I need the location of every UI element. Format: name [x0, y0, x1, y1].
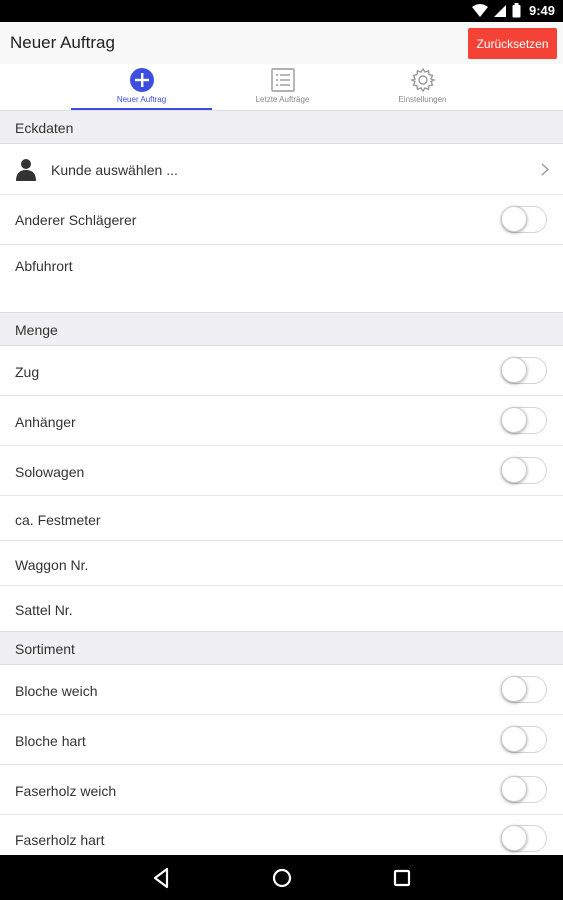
solo-wagon-row: Solowagen — [0, 446, 563, 496]
logs-soft-row: Bloche weich — [0, 665, 563, 715]
wagon-number-label: Waggon Nr. — [15, 557, 89, 573]
train-row: Zug — [0, 346, 563, 396]
list-icon — [271, 68, 295, 92]
status-bar: 9:49 — [0, 0, 563, 22]
wagon-number-row[interactable]: Waggon Nr. — [0, 541, 563, 586]
chevron-right-icon — [541, 163, 549, 176]
toggle-knob — [501, 825, 527, 851]
battery-icon — [512, 3, 521, 18]
section-title: Menge — [15, 322, 58, 338]
fiber-soft-toggle[interactable] — [501, 776, 547, 803]
logs-hard-toggle[interactable] — [501, 726, 547, 753]
trailer-row: Anhänger — [0, 396, 563, 446]
logs-soft-label: Bloche weich — [15, 683, 98, 699]
toggle-knob — [501, 206, 527, 232]
other-striker-toggle[interactable] — [501, 206, 547, 233]
home-icon[interactable] — [269, 865, 295, 891]
tab-label: Letzte Aufträge — [255, 95, 310, 104]
tab-label: Einstellungen — [398, 95, 447, 104]
add-circle-icon — [130, 68, 154, 92]
customer-select-row[interactable]: Kunde auswählen ... — [0, 144, 563, 195]
fiber-soft-label: Faserholz weich — [15, 783, 117, 799]
toggle-knob — [501, 457, 527, 483]
signal-icon — [493, 4, 506, 17]
toggle-knob — [501, 357, 527, 383]
trailer-label: Anhänger — [15, 414, 76, 430]
logs-hard-row: Bloche hart — [0, 715, 563, 765]
fiber-hard-row: Faserholz hart — [0, 815, 563, 855]
toggle-knob — [501, 676, 527, 702]
solo-wagon-label: Solowagen — [15, 464, 85, 480]
section-header-sortiment: Sortiment — [0, 631, 563, 665]
other-striker-label: Anderer Schlägerer — [15, 212, 137, 228]
section-title: Sortiment — [15, 641, 75, 657]
recents-icon[interactable] — [389, 865, 415, 891]
customer-select-label: Kunde auswählen ... — [51, 162, 178, 178]
solo-wagon-toggle[interactable] — [501, 457, 547, 484]
wifi-icon — [471, 3, 488, 17]
toggle-knob — [501, 407, 527, 433]
tab-new-order[interactable]: Neuer Auftrag — [71, 64, 212, 110]
section-header-eckdaten: Eckdaten — [0, 110, 563, 144]
saddle-number-label: Sattel Nr. — [15, 602, 73, 618]
section-title: Eckdaten — [15, 120, 74, 136]
tab-recent-orders[interactable]: Letzte Aufträge — [212, 64, 353, 110]
cubic-meters-row[interactable]: ca. Festmeter — [0, 496, 563, 541]
pickup-location-row[interactable]: Abfuhrort — [0, 245, 563, 312]
back-icon[interactable] — [149, 865, 175, 891]
system-nav-bar — [0, 855, 563, 900]
gear-icon — [410, 67, 436, 93]
other-striker-row: Anderer Schlägerer — [0, 195, 563, 245]
toggle-knob — [501, 726, 527, 752]
page-title: Neuer Auftrag — [10, 33, 115, 52]
pickup-location-label: Abfuhrort — [15, 258, 73, 274]
clock: 9:49 — [528, 3, 555, 18]
logs-soft-toggle[interactable] — [501, 676, 547, 703]
fiber-hard-toggle[interactable] — [501, 825, 547, 852]
toggle-knob — [501, 776, 527, 802]
cubic-meters-label: ca. Festmeter — [15, 512, 101, 528]
reset-button[interactable]: Zurücksetzen — [468, 28, 557, 59]
section-header-menge: Menge — [0, 312, 563, 346]
train-toggle[interactable] — [501, 357, 547, 384]
trailer-toggle[interactable] — [501, 407, 547, 434]
train-label: Zug — [15, 364, 40, 380]
fiber-soft-row: Faserholz weich — [0, 765, 563, 815]
app-bar: Neuer Auftrag Zurücksetzen — [0, 22, 563, 64]
tab-label: Neuer Auftrag — [116, 95, 167, 104]
saddle-number-row[interactable]: Sattel Nr. — [0, 586, 563, 631]
tab-bar: Neuer Auftrag Letzte Aufträge Einstellun… — [0, 64, 563, 111]
logs-hard-label: Bloche hart — [15, 733, 86, 749]
person-icon — [16, 159, 36, 181]
fiber-hard-label: Faserholz hart — [15, 832, 105, 848]
tab-settings[interactable]: Einstellungen — [352, 64, 493, 110]
